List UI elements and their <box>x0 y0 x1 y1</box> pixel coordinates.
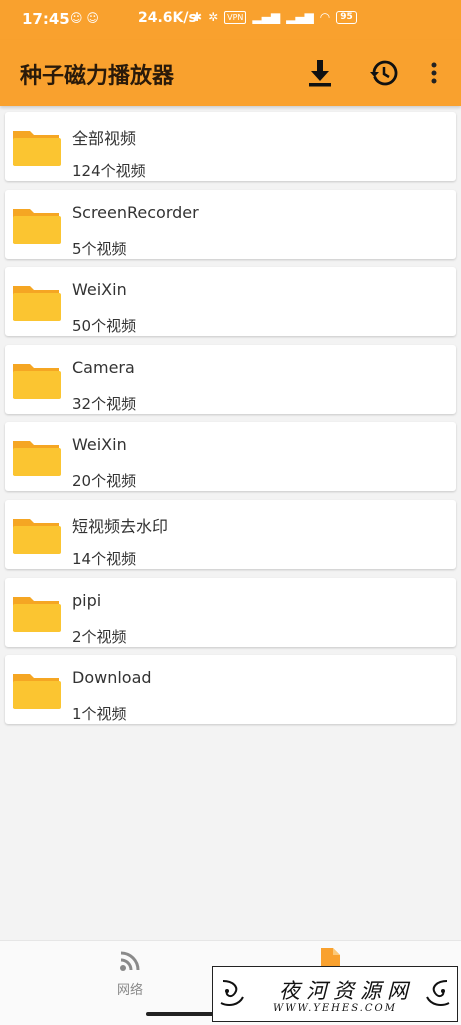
nav-network-label: 网络 <box>116 983 143 998</box>
folder-item[interactable]: 短视频去水印 14个视频 <box>5 500 456 569</box>
folder-item[interactable]: Download 1个视频 <box>5 655 456 724</box>
download-icon <box>309 60 331 87</box>
more-options-button[interactable] <box>417 56 451 90</box>
watermark-title: 夜河资源网 <box>279 979 414 1003</box>
folder-name: 全部视频 <box>72 129 137 148</box>
folder-video-count: 20个视频 <box>72 472 137 490</box>
folder-item[interactable]: Camera 32个视频 <box>5 345 456 414</box>
vpn-badge: VPN <box>224 10 247 24</box>
folder-item[interactable]: 全部视频 124个视频 <box>5 112 456 181</box>
folder-name: Download <box>72 668 152 687</box>
folder-name: ScreenRecorder <box>72 203 199 222</box>
watermark-url: WWW.YEHES.COM <box>273 1003 397 1014</box>
ornament-icon <box>426 980 450 1006</box>
wifi-icon: ◠ <box>319 10 331 24</box>
folder-icon <box>13 519 61 554</box>
folder-icon <box>13 597 61 632</box>
network-speed: 24.6K/s <box>138 10 197 26</box>
folder-item[interactable]: pipi 2个视频 <box>5 578 456 647</box>
signal-icon: ▂▄▆ <box>252 10 281 24</box>
folder-icon <box>13 674 61 709</box>
folder-video-count: 124个视频 <box>72 162 146 180</box>
folder-item[interactable]: WeiXin 50个视频 <box>5 267 456 336</box>
folder-item[interactable]: WeiXin 20个视频 <box>5 422 456 491</box>
history-icon <box>370 60 398 86</box>
folder-icon <box>13 286 61 321</box>
app-title: 种子磁力播放器 <box>20 64 175 89</box>
folder-icon <box>13 441 61 476</box>
alarm-off-icon: ✲ <box>208 10 219 24</box>
download-button[interactable] <box>303 56 337 90</box>
app-bar: 种子磁力播放器 <box>0 40 461 106</box>
more-vert-icon <box>431 62 437 84</box>
notification-icons: ☺ ☺ <box>70 11 99 25</box>
folder-video-count: 50个视频 <box>72 317 137 335</box>
folder-icon <box>13 364 61 399</box>
signal-icon-2: ▂▄▆ <box>286 10 314 24</box>
status-indicators: ✱ ✲ VPN ▂▄▆ ▂▄▆ ◠ 95 <box>192 10 357 24</box>
ornament-icon <box>220 980 244 1006</box>
nav-network-tab[interactable]: 网络 <box>100 951 160 998</box>
folder-item[interactable]: ScreenRecorder 5个视频 <box>5 190 456 259</box>
watermark: 夜河资源网 WWW.YEHES.COM <box>212 966 458 1022</box>
status-time: 17:45 <box>22 10 70 28</box>
history-button[interactable] <box>367 56 401 90</box>
status-bar: 17:45 ☺ ☺ 24.6K/s ✱ ✲ VPN ▂▄▆ ▂▄▆ ◠ 95 <box>0 0 461 40</box>
folder-icon <box>13 209 61 244</box>
folder-video-count: 32个视频 <box>72 395 137 413</box>
folder-name: WeiXin <box>72 280 127 299</box>
folder-name: WeiXin <box>72 435 127 454</box>
folder-video-count: 14个视频 <box>72 550 137 568</box>
battery-indicator: 95 <box>336 10 357 24</box>
folder-video-count: 1个视频 <box>72 705 127 723</box>
bluetooth-icon: ✱ <box>192 10 203 24</box>
rss-icon <box>120 951 140 971</box>
folder-name: Camera <box>72 358 135 377</box>
folder-name: pipi <box>72 591 102 610</box>
folder-video-count: 5个视频 <box>72 240 127 258</box>
folder-name: 短视频去水印 <box>72 517 169 536</box>
folder-icon <box>13 131 61 166</box>
folder-video-count: 2个视频 <box>72 628 127 646</box>
